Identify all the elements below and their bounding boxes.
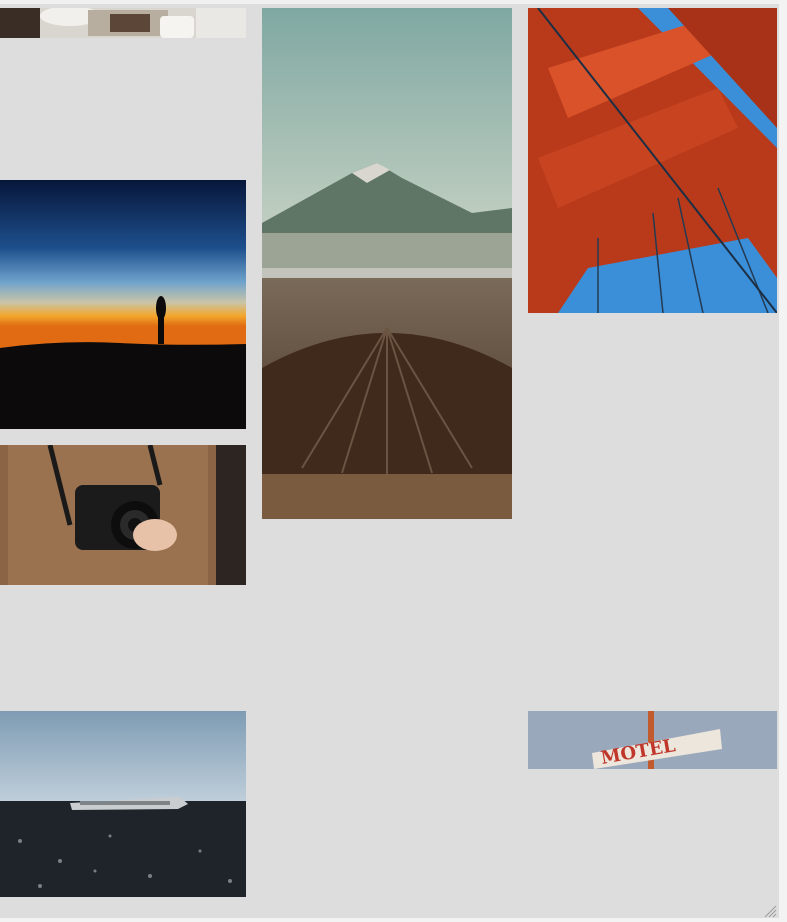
motel-sign-photo[interactable]: MOTEL bbox=[528, 711, 777, 769]
red-bridge-tower-image bbox=[528, 8, 777, 313]
coffee-table-photo[interactable] bbox=[0, 8, 246, 38]
photo-gallery: MOTEL bbox=[0, 0, 779, 918]
volcano-photo[interactable] bbox=[262, 8, 512, 519]
resize-grip-icon[interactable] bbox=[763, 904, 777, 918]
bottom-border bbox=[0, 918, 787, 922]
plane-wreck-image bbox=[0, 711, 246, 897]
coffee-table-image bbox=[0, 8, 246, 38]
sunset-silhouette-photo[interactable] bbox=[0, 180, 246, 429]
plane-wreck-photo[interactable] bbox=[0, 711, 246, 897]
vertical-scrollbar-track[interactable] bbox=[779, 0, 787, 922]
camera-hands-photo[interactable] bbox=[0, 445, 246, 585]
red-bridge-tower-photo[interactable] bbox=[528, 8, 777, 313]
sunset-silhouette-image bbox=[0, 180, 246, 429]
volcano-image bbox=[262, 8, 512, 519]
camera-hands-image bbox=[0, 445, 246, 585]
motel-sign-image: MOTEL bbox=[528, 711, 777, 769]
